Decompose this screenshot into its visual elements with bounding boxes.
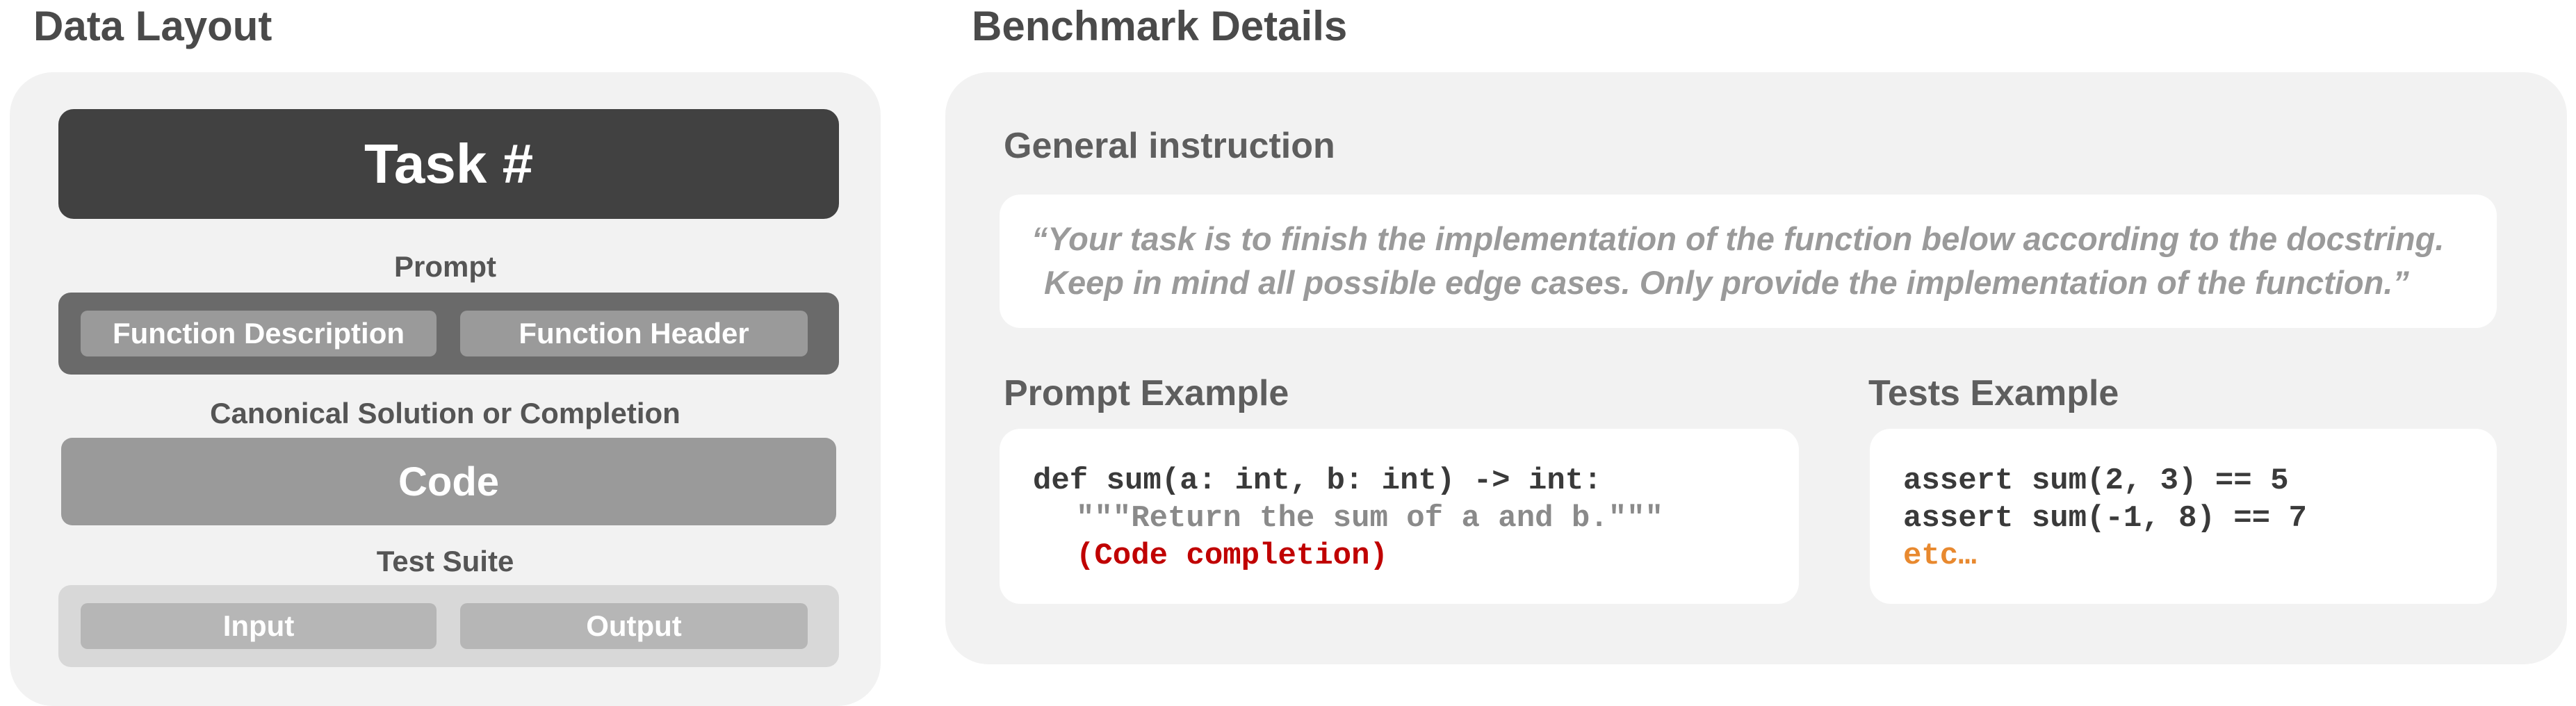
function-header-pill: Function Header xyxy=(460,311,808,356)
code-box: Code xyxy=(61,438,836,525)
tests-example-label: Tests Example xyxy=(1868,373,2119,413)
output-pill: Output xyxy=(460,603,808,649)
prompt-code-line: def sum(a: int, b: int) -> int: xyxy=(1033,463,1602,498)
prompt-example-label: Prompt Example xyxy=(1004,373,1289,413)
data-layout-title: Data Layout xyxy=(33,3,272,49)
task-number-box: Task # xyxy=(58,109,839,219)
prompt-docstring-line: """Return the sum of a and b.""" xyxy=(1076,501,1663,536)
function-description-pill: Function Description xyxy=(81,311,437,356)
test-line: assert sum(-1, 8) == 7 xyxy=(1903,501,2307,536)
benchmark-details-title: Benchmark Details xyxy=(972,3,1348,49)
instruction-line-1: “Your task is to finish the implementati… xyxy=(1032,220,2445,257)
prompt-label: Prompt xyxy=(394,250,496,283)
test-etc-line: etc… xyxy=(1903,539,1977,573)
test-line: assert sum(2, 3) == 5 xyxy=(1903,463,2289,498)
instruction-line-2: Keep in mind all possible edge cases. On… xyxy=(1044,264,2409,301)
test-suite-label: Test Suite xyxy=(376,545,514,577)
code-completion-line: (Code completion) xyxy=(1076,539,1388,573)
canonical-solution-label: Canonical Solution or Completion xyxy=(210,397,680,429)
input-pill: Input xyxy=(81,603,437,649)
general-instruction-label: General instruction xyxy=(1004,126,1335,166)
